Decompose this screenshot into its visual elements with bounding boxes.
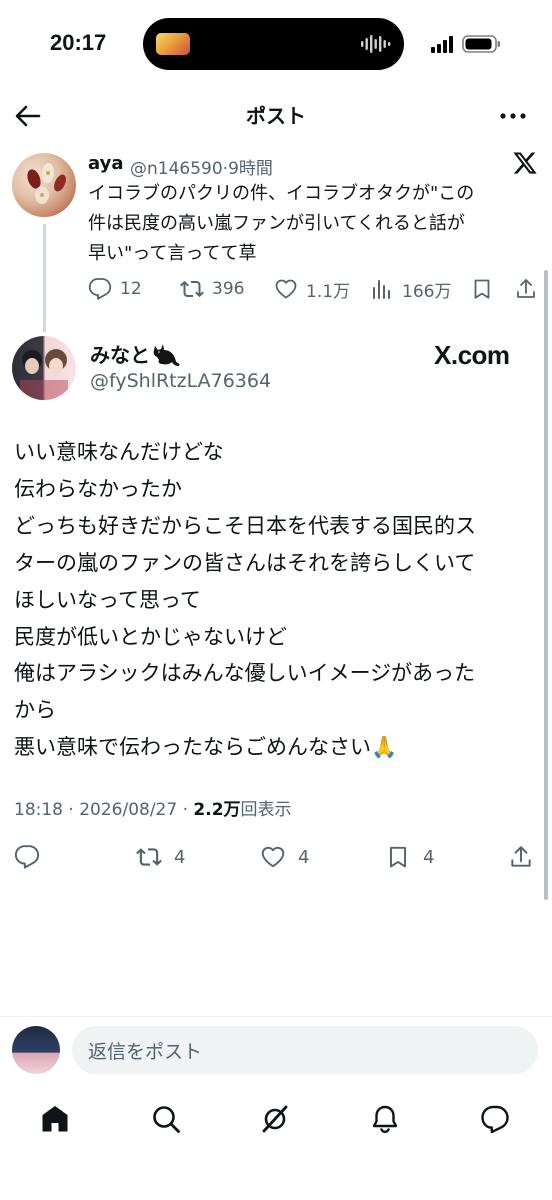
search-icon[interactable] [150,1103,182,1135]
quoted-reply-button[interactable]: 12 [88,276,142,302]
quoted-bookmark-button[interactable] [470,276,502,302]
avatar[interactable] [12,153,76,217]
avatar-couple-image [20,349,68,400]
repost-icon [180,280,204,298]
quoted-repost-button[interactable]: 396 [180,276,244,302]
notifications-icon[interactable] [369,1103,401,1135]
reply-button[interactable] [14,843,52,871]
home-icon[interactable] [39,1103,71,1135]
quoted-author-name[interactable]: aya [88,153,123,174]
black-cat-icon [153,344,180,366]
post-meta: 18:18 · 2026/08/27 · 2.2万回表示 [14,795,292,820]
heart-icon [261,846,285,868]
post-text-line: 伝わらなかったか [14,476,182,501]
avatar-nails-image [27,163,66,204]
views-count: 166万 [402,281,452,302]
author-name[interactable]: みなと [90,339,150,368]
quoted-share-button[interactable] [514,276,546,302]
views-label: 回表示 [240,800,292,820]
post-text-line: いい意味なんだけどな [14,440,224,464]
quoted-text-line: 早い"って言ってて草 [88,243,257,264]
now-playing-artwork [156,33,190,55]
post-text-line: 俺はアラシックはみんな優しいイメージがあった [14,661,476,686]
x-logo-icon [513,152,537,174]
bookmark-button[interactable]: 4 [385,843,434,871]
cellular-signal-icon [431,36,453,53]
audio-waveform-icon [361,35,391,53]
reply-icon [88,278,112,300]
repost-icon [136,848,162,866]
bookmark-icon [474,279,490,299]
avatar[interactable] [12,336,76,400]
bookmark-count: 4 [423,846,435,868]
reply-icon [14,845,40,869]
grok-icon[interactable] [259,1103,291,1135]
messages-icon[interactable] [479,1103,511,1135]
reply-placeholder: 返信をポスト [88,1040,203,1063]
post-text-line: ターの嵐のファンの皆さんはそれを誇らしくいて [14,550,476,575]
post-text: いい意味なんだけどな 伝わらなかったか どっちも好きだからこそ日本を代表する国民… [14,434,539,766]
x-com-watermark: X.com [434,340,510,370]
repost-count: 4 [174,846,186,868]
quoted-like-button[interactable]: 1.1万 [274,276,350,302]
heart-icon [275,279,297,299]
quoted-views-button[interactable]: 166万 [370,276,451,302]
quoted-author-handle-time: @n146590·9時間 [130,159,273,179]
share-icon [511,846,531,867]
share-icon [517,279,535,298]
status-time: 20:17 [50,30,107,55]
author-handle: @fyShlRtzLA76364 [90,370,272,392]
post-text-line: 悪い意味で伝わったならごめんなさい🙏 [14,735,398,760]
more-horizontal-icon[interactable] [498,104,528,128]
reply-input[interactable]: 返信をポスト [72,1026,538,1074]
repost-button[interactable]: 4 [136,843,185,871]
scrollbar[interactable] [544,270,548,900]
battery-icon [462,35,500,53]
status-indicators [431,35,500,53]
repost-count: 396 [212,279,245,299]
quoted-text-line: 件は民度の高い嵐ファンが引いてくれると話が [88,213,465,234]
post-text-line: どっちも好きだからこそ日本を代表する国民的ス [14,513,476,538]
quoted-text-line: イコラブのパクリの件、イコラブオタクが"この [88,183,475,204]
post-text-line: から [14,698,56,723]
post-timestamp: 18:18 · 2026/08/27 · [14,800,194,820]
like-count: 4 [298,846,310,868]
like-count: 1.1万 [306,281,351,302]
avatar[interactable] [12,1026,60,1074]
views-count: 2.2万 [193,800,241,820]
post-text-line: ほしいなって思って [14,587,201,612]
bookmark-icon [389,846,407,868]
page-title: ポスト [246,104,306,128]
quoted-post-text: イコラブのパクリの件、イコラブオタクが"この 件は民度の高い嵐ファンが引いてくれ… [88,179,538,269]
thread-connector [43,224,46,332]
divider [0,1016,552,1017]
share-button[interactable] [508,843,546,871]
reply-count: 12 [120,279,142,299]
analytics-icon [373,280,390,299]
post-text-line: 民度が低いとかじゃないけど [14,624,287,649]
like-button[interactable]: 4 [260,843,309,871]
